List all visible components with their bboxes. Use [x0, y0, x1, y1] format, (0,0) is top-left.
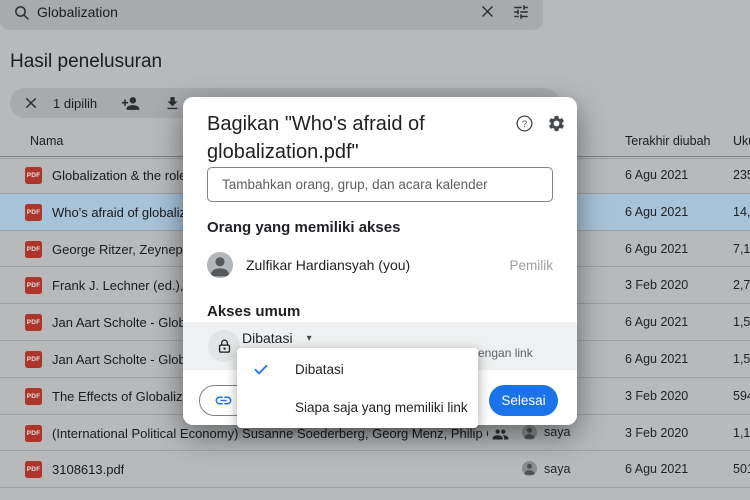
file-size: 594	[733, 389, 750, 403]
modified-date: 6 Agu 2021	[625, 242, 688, 256]
owner-photo-avatar	[207, 252, 233, 278]
selection-count: 1 dipilih	[53, 96, 97, 111]
help-icon[interactable]: ?	[515, 114, 534, 133]
owner-row: Zulfikar Hardiansyah (you) Pemilik	[207, 247, 553, 283]
dialog-title: Bagikan "Who's afraid of globalization.p…	[207, 110, 492, 166]
page-title: Hasil penelusuran	[10, 51, 162, 73]
search-bar[interactable]: Globalization	[0, 0, 543, 30]
people-with-access-heading: Orang yang memiliki akses	[207, 219, 400, 236]
gear-icon[interactable]	[547, 114, 566, 133]
pdf-file-icon: PDF	[25, 461, 42, 478]
shared-people-icon	[492, 426, 509, 443]
modified-date: 6 Agu 2021	[625, 352, 688, 366]
column-header-modified[interactable]: Terakhir diubah	[625, 134, 710, 148]
file-size: 235	[733, 168, 750, 182]
pdf-file-icon: PDF	[25, 277, 42, 294]
file-name: 3108613.pdf	[52, 462, 124, 477]
owner-label: saya	[544, 462, 570, 476]
file-size: 7,1 M	[733, 242, 750, 256]
check-icon	[252, 360, 270, 378]
pdf-file-icon: PDF	[25, 314, 42, 331]
add-people-placeholder: Tambahkan orang, grup, dan acara kalende…	[222, 177, 488, 192]
access-dropdown-trigger[interactable]: Dibatasi ▾	[242, 330, 312, 346]
search-options-icon[interactable]	[512, 3, 530, 21]
download-icon[interactable]	[164, 95, 181, 112]
pdf-file-icon: PDF	[25, 204, 42, 221]
pdf-file-icon: PDF	[25, 167, 42, 184]
svg-text:?: ?	[522, 119, 527, 130]
done-button[interactable]: Selesai	[489, 385, 558, 416]
file-size: 1,5	[733, 352, 750, 366]
modified-date: 6 Agu 2021	[625, 168, 688, 182]
owner-cell: saya	[522, 461, 570, 476]
menu-item-restricted[interactable]: Dibatasi	[237, 350, 478, 388]
owner-role: Pemilik	[509, 258, 553, 273]
link-icon	[214, 391, 233, 410]
modified-date: 3 Feb 2020	[625, 426, 688, 440]
general-access-heading: Akses umum	[207, 303, 300, 320]
owner-label: saya	[544, 425, 570, 439]
clear-search-icon[interactable]	[479, 3, 496, 20]
modified-date: 6 Agu 2021	[625, 315, 688, 329]
pdf-file-icon: PDF	[25, 241, 42, 258]
search-icon	[13, 4, 31, 22]
file-size: 2,7	[733, 278, 750, 292]
close-selection-icon[interactable]	[23, 95, 39, 111]
table-row[interactable]: PDF 3108613.pdf saya 6 Agu 2021 501	[0, 451, 750, 488]
file-size: 1,5	[733, 315, 750, 329]
access-dropdown-menu: Dibatasi Siapa saja yang memiliki link	[237, 348, 478, 428]
column-header-size[interactable]: Uku	[733, 134, 750, 148]
modified-date: 6 Agu 2021	[625, 462, 688, 476]
menu-item-anyone-with-link[interactable]: Siapa saja yang memiliki link	[237, 388, 478, 426]
access-subtitle: engan link	[478, 346, 533, 360]
menu-item-label: Dibatasi	[295, 362, 344, 377]
modified-date: 3 Feb 2020	[625, 389, 688, 403]
modified-date: 6 Agu 2021	[625, 205, 688, 219]
access-value: Dibatasi	[242, 330, 293, 346]
owner-avatar	[522, 425, 537, 440]
menu-item-label: Siapa saja yang memiliki link	[295, 400, 468, 415]
share-add-person-icon[interactable]	[121, 94, 140, 113]
modified-date: 3 Feb 2020	[625, 278, 688, 292]
file-size: 14,7	[733, 205, 750, 219]
pdf-file-icon: PDF	[25, 425, 42, 442]
file-size: 1,1 M	[733, 426, 750, 440]
pdf-file-icon: PDF	[25, 351, 42, 368]
column-header-name[interactable]: Nama	[30, 134, 63, 148]
caret-down-icon: ▾	[307, 333, 312, 344]
lock-icon	[208, 330, 240, 362]
file-size: 501	[733, 462, 750, 476]
drive-search-window: Globalization Hasil penelusuran 1 dipili…	[0, 0, 750, 500]
pdf-file-icon: PDF	[25, 388, 42, 405]
owner-avatar	[522, 461, 537, 476]
search-input[interactable]: Globalization	[37, 4, 118, 20]
owner-cell: saya	[522, 425, 570, 440]
owner-name: Zulfikar Hardiansyah (you)	[246, 257, 410, 273]
add-people-input[interactable]: Tambahkan orang, grup, dan acara kalende…	[207, 167, 553, 202]
